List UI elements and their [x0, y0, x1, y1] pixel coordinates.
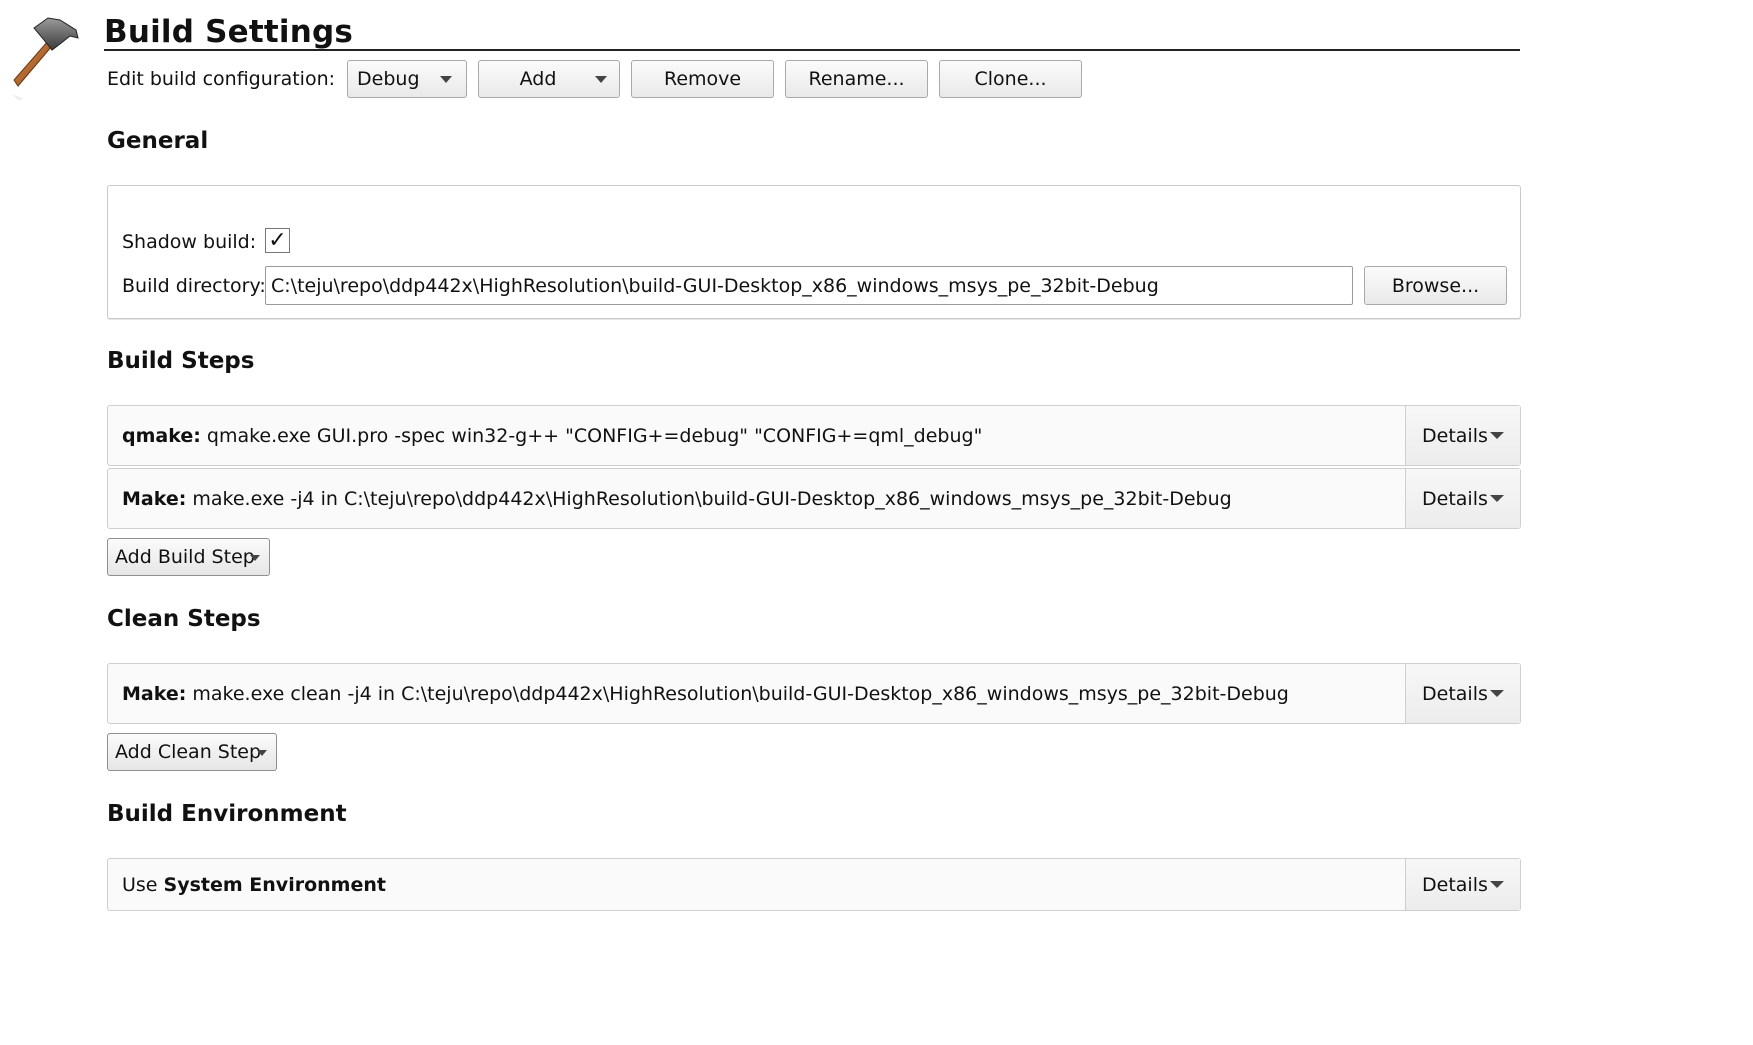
details-label: Details	[1422, 424, 1488, 447]
step-command: make.exe -j4 in C:\teju\repo\ddp442x\Hig…	[186, 487, 1232, 510]
details-button[interactable]: Details	[1405, 406, 1520, 465]
shadow-build-checkbox[interactable]: ✓	[265, 228, 290, 253]
clean-step-make: Make: make.exe clean -j4 in C:\teju\repo…	[107, 663, 1521, 724]
page-title: Build Settings	[104, 14, 354, 50]
step-name: Make:	[122, 487, 187, 510]
chevron-down-icon	[595, 76, 608, 83]
step-name: Make:	[122, 682, 187, 705]
title-divider	[104, 49, 1520, 51]
edit-build-configuration-label: Edit build configuration:	[107, 68, 336, 90]
chevron-down-icon	[440, 76, 453, 83]
build-step-make: Make: make.exe -j4 in C:\teju\repo\ddp44…	[107, 468, 1521, 529]
build-step-qmake: qmake: qmake.exe GUI.pro -spec win32-g++…	[107, 405, 1521, 466]
build-directory-label: Build directory:	[122, 275, 266, 297]
environment-prefix: Use	[122, 873, 164, 896]
add-configuration-label: Add	[519, 68, 557, 90]
checkmark-icon: ✓	[268, 227, 287, 253]
details-label: Details	[1422, 487, 1488, 510]
add-clean-step-label: Add Clean Step	[115, 741, 262, 763]
clone-configuration-button[interactable]: Clone...	[939, 60, 1083, 98]
remove-configuration-button[interactable]: Remove	[631, 60, 775, 98]
environment-value: System Environment	[163, 873, 386, 896]
details-button[interactable]: Details	[1405, 859, 1520, 910]
chevron-down-icon	[1490, 881, 1504, 888]
details-label: Details	[1422, 682, 1488, 705]
chevron-down-icon	[250, 555, 260, 561]
step-command: make.exe clean -j4 in C:\teju\repo\ddp44…	[186, 682, 1289, 705]
step-command: qmake.exe GUI.pro -spec win32-g++ "CONFI…	[200, 424, 983, 447]
details-label: Details	[1422, 873, 1488, 896]
details-button[interactable]: Details	[1405, 469, 1520, 528]
add-configuration-button[interactable]: Add	[478, 60, 621, 98]
general-heading: General	[107, 128, 209, 154]
build-steps-heading: Build Steps	[107, 348, 255, 374]
general-panel: Shadow build: ✓ Build directory: Browse.…	[107, 185, 1521, 319]
build-configuration-value: Debug	[357, 68, 420, 90]
build-environment-row: Use System Environment Details	[107, 858, 1521, 911]
build-configuration-select[interactable]: Debug	[347, 60, 468, 98]
rename-configuration-button[interactable]: Rename...	[785, 60, 929, 98]
add-clean-step-button[interactable]: Add Clean Step	[107, 733, 277, 771]
add-build-step-label: Add Build Step	[115, 546, 255, 568]
chevron-down-icon	[1490, 432, 1504, 439]
build-directory-input[interactable]	[265, 266, 1353, 305]
build-configuration-row: Edit build configuration: Debug Add Remo…	[107, 60, 1083, 98]
add-build-step-button[interactable]: Add Build Step	[107, 538, 270, 576]
hammer-icon	[12, 17, 79, 100]
details-button[interactable]: Details	[1405, 664, 1520, 723]
clean-steps-heading: Clean Steps	[107, 606, 261, 632]
chevron-down-icon	[257, 750, 267, 756]
shadow-build-label: Shadow build:	[122, 231, 257, 253]
step-name: qmake:	[122, 424, 201, 447]
build-environment-heading: Build Environment	[107, 801, 347, 827]
chevron-down-icon	[1490, 690, 1504, 697]
browse-button[interactable]: Browse...	[1364, 266, 1507, 305]
chevron-down-icon	[1490, 495, 1504, 502]
